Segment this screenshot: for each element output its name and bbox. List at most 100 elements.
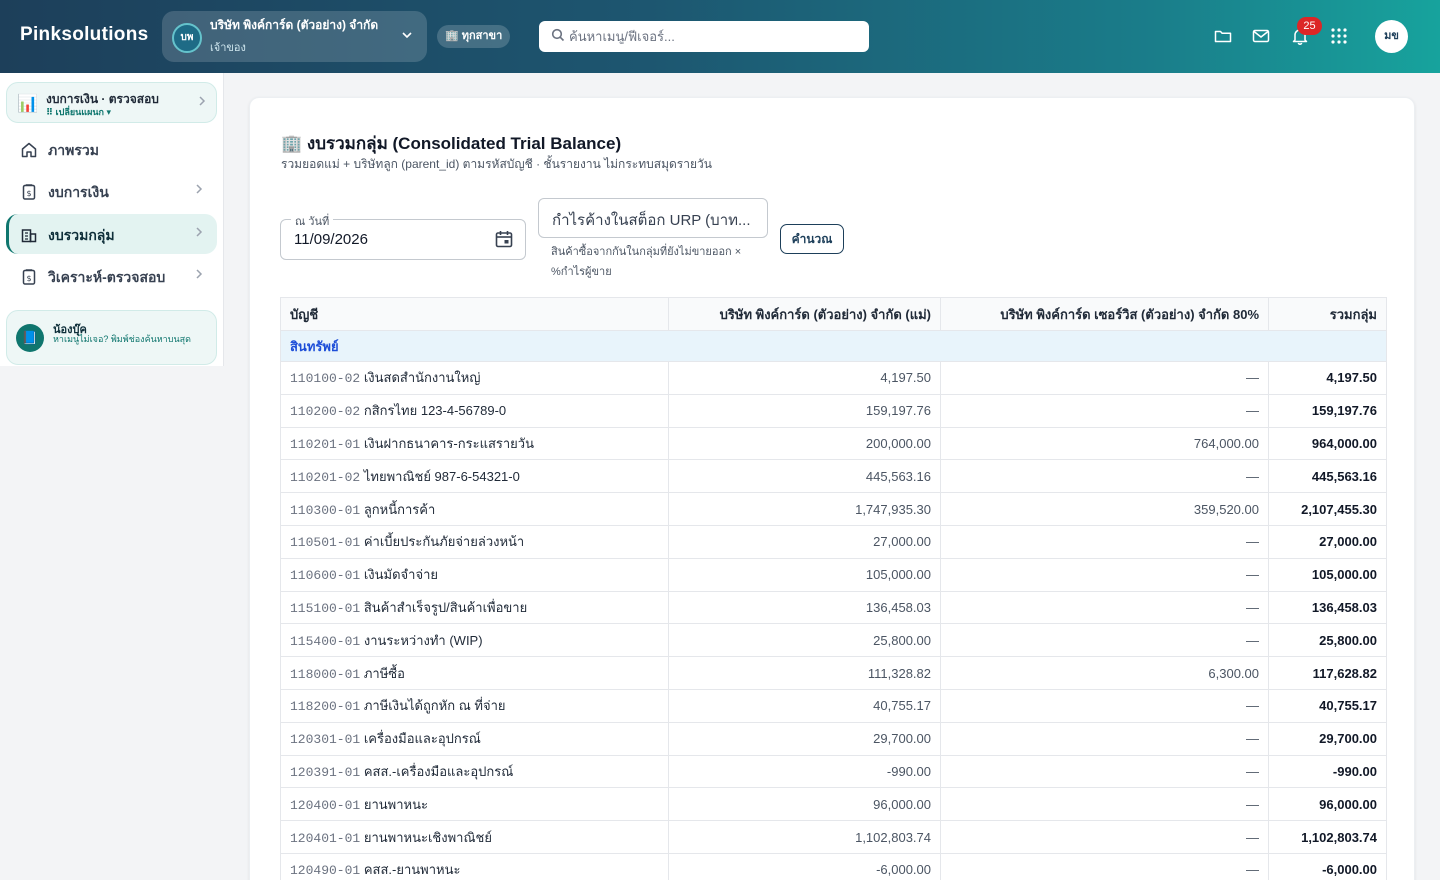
col-header-parent[interactable]: บริษัท พิงค์การ์ด (ตัวอย่าง) จำกัด (แม่) xyxy=(668,297,941,331)
total-amount: 105,000.00 xyxy=(1268,557,1387,592)
account-cell: 110300-01 ลูกหนี้การค้า xyxy=(280,492,669,526)
account-cell: 110100-02 เงินสดสำนักงานใหญ่ xyxy=(280,361,669,395)
date-label: ณ วันที่ xyxy=(291,212,334,230)
sidebar-item-label: วิเคราะห์-ตรวจสอบ xyxy=(48,269,166,285)
sidebar-item-analysis[interactable]: $ วิเคราะห์-ตรวจสอบ xyxy=(6,256,217,296)
urp-helper-text: สินค้าซื้อจากกันในกลุ่มที่ยังไม่ขายออก ×… xyxy=(551,246,742,278)
parent-amount: 200,000.00 xyxy=(668,426,941,461)
module-switch-label[interactable]: ⠿ เปลี่ยนแผนก ▾ xyxy=(46,105,111,119)
top-bar: Pinksolutions บพ บริษัท พิงค์การ์ด (ตัวอ… xyxy=(0,0,1440,73)
company-switcher[interactable]: บพ บริษัท พิงค์การ์ด (ตัวอย่าง) จำกัด เจ… xyxy=(162,11,427,62)
subsidiary-amount: 764,000.00 xyxy=(940,426,1269,461)
calculate-button[interactable]: คำนวณ xyxy=(780,224,844,254)
svg-text:$: $ xyxy=(26,274,31,283)
table-row[interactable]: 118200-01 ภาษีเงินได้ถูกหัก ณ ที่จ่าย 40,… xyxy=(280,688,1387,723)
main-card: 🏢 งบรวมกลุ่ม (Consolidated Trial Balance… xyxy=(249,97,1415,880)
company-role: เจ้าของ xyxy=(210,42,246,54)
table-row[interactable]: 110201-01 เงินฝากธนาคาร-กระแสรายวัน 200,0… xyxy=(280,426,1387,461)
apps-grid-icon[interactable] xyxy=(1329,26,1349,46)
parent-amount: 40,755.17 xyxy=(668,688,941,723)
account-name: ค่าเบี้ยประกันภัยจ่ายล่วงหน้า xyxy=(363,534,525,550)
table-row[interactable]: 110100-02 เงินสดสำนักงานใหญ่ 4,197.50—4,1… xyxy=(280,361,1387,395)
total-amount: 117,628.82 xyxy=(1268,656,1387,690)
table-row[interactable]: 110300-01 ลูกหนี้การค้า 1,747,935.30 359,5… xyxy=(280,492,1387,526)
account-code: 120391-01 xyxy=(290,764,361,780)
parent-amount: 1,102,803.74 xyxy=(668,820,941,854)
table-row[interactable]: 120401-01 ยานพาหนะเชิงพาณิชย์ 1,102,803.7… xyxy=(280,820,1387,854)
account-code: 110201-02 xyxy=(290,469,361,485)
table-row[interactable]: 115100-01 สินค้าสำเร็จรูป/สินค้าเพื่อขาย… xyxy=(280,590,1387,625)
branch-selector[interactable]: 🏢 ทุกสาขา xyxy=(437,25,511,48)
section-label: สินทรัพย์ xyxy=(280,330,1387,362)
account-cell: 118000-01 ภาษีซื้อ xyxy=(280,656,669,690)
parent-amount: 1,747,935.30 xyxy=(668,492,941,526)
account-cell: 110201-01 เงินฝากธนาคาร-กระแสรายวัน xyxy=(280,426,669,461)
table-row[interactable]: 118000-01 ภาษีซื้อ 111,328.82 6,300.00 117,… xyxy=(280,656,1387,690)
notification-badge: 25 xyxy=(1297,17,1322,35)
col-header-subsidiary[interactable]: บริษัท พิงค์การ์ด เซอร์วิส (ตัวอย่าง) จำ… xyxy=(940,297,1269,331)
account-cell: 115400-01 งานระหว่างทำ (WIP) xyxy=(280,623,669,658)
book-icon: 📘 xyxy=(16,324,44,352)
home-icon xyxy=(20,141,38,159)
account-cell: 110600-01 เงินมัดจำจ่าย xyxy=(280,557,669,592)
table-row[interactable]: 120490-01 คสส.-ยานพาหนะ -6,000.00— -6,000.… xyxy=(280,852,1387,880)
account-code: 120400-01 xyxy=(290,797,361,813)
table-row[interactable]: 110600-01 เงินมัดจำจ่าย 105,000.00—105,00… xyxy=(280,557,1387,592)
table-row[interactable]: 120391-01 คสส.-เครื่องมือและอุปกรณ์ -990.… xyxy=(280,754,1387,789)
total-amount: -6,000.00 xyxy=(1268,852,1387,880)
account-code: 120301-01 xyxy=(290,732,361,748)
account-name: คสส.-ยานพาหนะ xyxy=(363,862,461,878)
folder-icon[interactable] xyxy=(1213,26,1233,46)
total-amount: 964,000.00 xyxy=(1268,426,1387,461)
search-input[interactable] xyxy=(569,29,849,44)
subsidiary-amount: — xyxy=(940,557,1269,592)
table-row[interactable]: 120301-01 เครื่องมือและอุปกรณ์ 29,700.00—… xyxy=(280,721,1387,756)
total-amount: 159,197.76 xyxy=(1268,393,1387,428)
urp-input[interactable]: กำไรค้างในสต็อก URP (บาท... xyxy=(538,198,768,238)
account-code: 115100-01 xyxy=(290,600,361,616)
chevron-right-icon xyxy=(194,226,204,241)
total-amount: 445,563.16 xyxy=(1268,459,1387,494)
col-header-account[interactable]: บัญชี xyxy=(280,297,669,331)
parent-amount: -6,000.00 xyxy=(668,852,941,880)
col-header-total[interactable]: รวมกลุ่ม xyxy=(1268,297,1387,331)
total-amount: 25,800.00 xyxy=(1268,623,1387,658)
parent-amount: 29,700.00 xyxy=(668,721,941,756)
date-value[interactable]: 11/09/2026 xyxy=(294,231,368,248)
company-avatar: บพ xyxy=(172,23,202,53)
account-cell: 118200-01 ภาษีเงินได้ถูกหัก ณ ที่จ่าย xyxy=(280,688,669,723)
as-of-date-field[interactable]: ณ วันที่ 11/09/2026 xyxy=(280,212,526,260)
account-cell: 120400-01 ยานพาหนะ xyxy=(280,787,669,822)
assistant-card[interactable]: 📘 น้องบุ๊ค หาเมนูไม่เจอ? พิมพ์ช่องค้นหาบ… xyxy=(6,310,217,365)
user-avatar[interactable]: มข xyxy=(1375,20,1408,53)
table-row[interactable]: 110200-02 กสิกรไทย 123-4-56789-0 159,197.… xyxy=(280,393,1387,428)
total-amount: 27,000.00 xyxy=(1268,524,1387,559)
search-bar[interactable] xyxy=(539,21,869,52)
subsidiary-amount: — xyxy=(940,688,1269,723)
account-name: เครื่องมือและอุปกรณ์ xyxy=(363,731,481,747)
table-row[interactable]: 115400-01 งานระหว่างทำ (WIP) 25,800.00—25… xyxy=(280,623,1387,658)
chevron-right-icon xyxy=(194,268,204,283)
account-cell: 110201-02 ไทยพาณิชย์ 987-6-54321-0 xyxy=(280,459,669,494)
total-amount: 2,107,455.30 xyxy=(1268,492,1387,526)
chart-icon: 📊 xyxy=(17,94,39,113)
subsidiary-amount: — xyxy=(940,459,1269,494)
subsidiary-amount: — xyxy=(940,754,1269,789)
account-code: 110100-02 xyxy=(290,371,361,387)
account-name: ไทยพาณิชย์ 987-6-54321-0 xyxy=(363,468,520,484)
sidebar-item-consolidated[interactable]: งบรวมกลุ่ม xyxy=(6,214,217,254)
sidebar-item-financial-statements[interactable]: $ งบการเงิน xyxy=(6,171,217,211)
subsidiary-amount: — xyxy=(940,852,1269,880)
table-row[interactable]: 110501-01 ค่าเบี้ยประกันภัยจ่ายล่วงหน้า 2… xyxy=(280,524,1387,559)
sidebar-item-overview[interactable]: ภาพรวม xyxy=(6,129,217,169)
mail-icon[interactable] xyxy=(1251,26,1271,46)
account-name: เงินฝากธนาคาร-กระแสรายวัน xyxy=(363,435,534,451)
module-switcher[interactable]: 📊 งบการเงิน · ตรวจสอบ ⠿ เปลี่ยนแผนก ▾ xyxy=(6,82,217,123)
account-name: เงินสดสำนักงานใหญ่ xyxy=(363,370,481,386)
parent-amount: -990.00 xyxy=(668,754,941,789)
calendar-icon[interactable] xyxy=(494,229,514,249)
parent-amount: 111,328.82 xyxy=(668,656,941,690)
brand-logo[interactable]: Pinksolutions xyxy=(20,24,148,46)
table-row[interactable]: 110201-02 ไทยพาณิชย์ 987-6-54321-0 445,56… xyxy=(280,459,1387,494)
table-row[interactable]: 120400-01 ยานพาหนะ 96,000.00—96,000.00 xyxy=(280,787,1387,822)
